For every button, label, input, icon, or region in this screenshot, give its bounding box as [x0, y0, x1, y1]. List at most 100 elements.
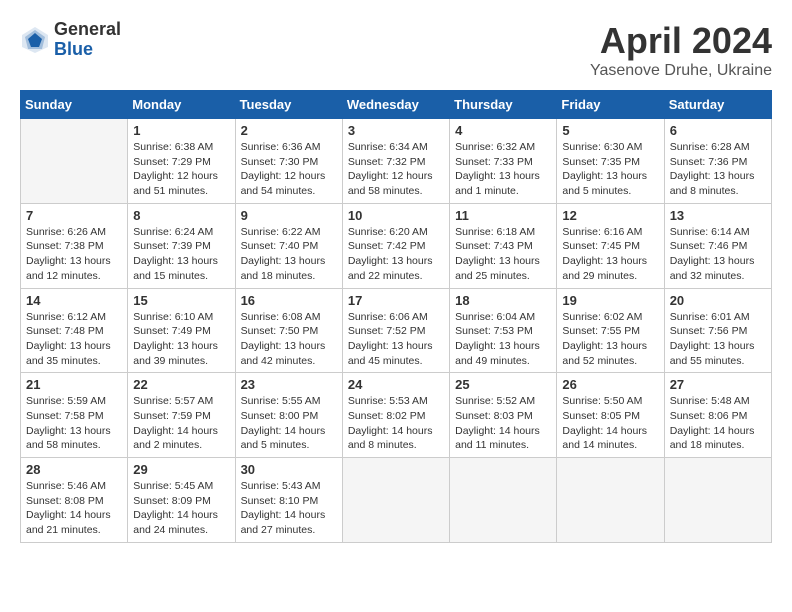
logo-text: General Blue — [54, 20, 121, 60]
day-number: 29 — [133, 462, 229, 477]
calendar-header-row: SundayMondayTuesdayWednesdayThursdayFrid… — [21, 91, 772, 119]
logo-general-text: General — [54, 20, 121, 40]
calendar-week-5: 28 Sunrise: 5:46 AM Sunset: 8:08 PM Dayli… — [21, 458, 772, 543]
day-number: 1 — [133, 123, 229, 138]
calendar-cell: 29 Sunrise: 5:45 AM Sunset: 8:09 PM Dayli… — [128, 458, 235, 543]
day-number: 30 — [241, 462, 337, 477]
day-number: 4 — [455, 123, 551, 138]
day-number: 12 — [562, 208, 658, 223]
calendar-cell: 20 Sunrise: 6:01 AM Sunset: 7:56 PM Dayli… — [664, 288, 771, 373]
calendar-cell — [664, 458, 771, 543]
calendar-cell: 8Sunrise: 6:24 AM Sunset: 7:39 PM Daylig… — [128, 203, 235, 288]
day-number: 20 — [670, 293, 766, 308]
logo-blue-text: Blue — [54, 40, 121, 60]
logo-icon — [20, 25, 50, 55]
calendar-cell — [21, 119, 128, 204]
calendar-header-tuesday: Tuesday — [235, 91, 342, 119]
day-number: 18 — [455, 293, 551, 308]
calendar-table: SundayMondayTuesdayWednesdayThursdayFrid… — [20, 90, 772, 543]
day-number: 16 — [241, 293, 337, 308]
day-number: 2 — [241, 123, 337, 138]
calendar-cell: 24Sunrise: 5:53 AM Sunset: 8:02 PM Dayli… — [342, 373, 449, 458]
calendar-cell: 7Sunrise: 6:26 AM Sunset: 7:38 PM Daylig… — [21, 203, 128, 288]
day-info: Sunrise: 5:46 AM Sunset: 8:08 PM Dayligh… — [26, 479, 122, 538]
day-number: 17 — [348, 293, 444, 308]
day-info: Sunrise: 6:36 AM Sunset: 7:30 PM Dayligh… — [241, 140, 337, 199]
day-info: Sunrise: 6:01 AM Sunset: 7:56 PM Dayligh… — [670, 310, 766, 369]
day-number: 22 — [133, 377, 229, 392]
day-number: 7 — [26, 208, 122, 223]
calendar-cell: 22Sunrise: 5:57 AM Sunset: 7:59 PM Dayli… — [128, 373, 235, 458]
day-number: 25 — [455, 377, 551, 392]
day-info: Sunrise: 6:38 AM Sunset: 7:29 PM Dayligh… — [133, 140, 229, 199]
day-number: 9 — [241, 208, 337, 223]
day-info: Sunrise: 6:20 AM Sunset: 7:42 PM Dayligh… — [348, 225, 444, 284]
calendar-week-4: 21 Sunrise: 5:59 AM Sunset: 7:58 PM Dayli… — [21, 373, 772, 458]
calendar-cell: 4 Sunrise: 6:32 AM Sunset: 7:33 PM Daylig… — [450, 119, 557, 204]
day-info: Sunrise: 6:02 AM Sunset: 7:55 PM Dayligh… — [562, 310, 658, 369]
calendar-header-wednesday: Wednesday — [342, 91, 449, 119]
day-number: 10 — [348, 208, 444, 223]
day-info: Sunrise: 6:34 AM Sunset: 7:32 PM Dayligh… — [348, 140, 444, 199]
day-info: Sunrise: 5:48 AM Sunset: 8:06 PM Dayligh… — [670, 394, 766, 453]
calendar-cell: 25 Sunrise: 5:52 AM Sunset: 8:03 PM Dayli… — [450, 373, 557, 458]
calendar-week-3: 14 Sunrise: 6:12 AM Sunset: 7:48 PM Dayli… — [21, 288, 772, 373]
day-info: Sunrise: 6:28 AM Sunset: 7:36 PM Dayligh… — [670, 140, 766, 199]
calendar-cell: 9 Sunrise: 6:22 AM Sunset: 7:40 PM Daylig… — [235, 203, 342, 288]
day-number: 11 — [455, 208, 551, 223]
title-area: April 2024 Yasenove Druhe, Ukraine — [590, 20, 772, 80]
day-number: 6 — [670, 123, 766, 138]
day-number: 23 — [241, 377, 337, 392]
calendar-week-1: 1 Sunrise: 6:38 AM Sunset: 7:29 PM Daylig… — [21, 119, 772, 204]
day-info: Sunrise: 5:55 AM Sunset: 8:00 PM Dayligh… — [241, 394, 337, 453]
day-info: Sunrise: 5:45 AM Sunset: 8:09 PM Dayligh… — [133, 479, 229, 538]
day-info: Sunrise: 6:30 AM Sunset: 7:35 PM Dayligh… — [562, 140, 658, 199]
calendar-cell: 26 Sunrise: 5:50 AM Sunset: 8:05 PM Dayli… — [557, 373, 664, 458]
calendar-cell — [342, 458, 449, 543]
calendar-cell: 13 Sunrise: 6:14 AM Sunset: 7:46 PM Dayli… — [664, 203, 771, 288]
calendar-cell: 3Sunrise: 6:34 AM Sunset: 7:32 PM Daylig… — [342, 119, 449, 204]
calendar-cell — [450, 458, 557, 543]
day-number: 14 — [26, 293, 122, 308]
calendar-header-saturday: Saturday — [664, 91, 771, 119]
day-number: 28 — [26, 462, 122, 477]
day-info: Sunrise: 5:59 AM Sunset: 7:58 PM Dayligh… — [26, 394, 122, 453]
calendar-header-sunday: Sunday — [21, 91, 128, 119]
calendar-cell: 17 Sunrise: 6:06 AM Sunset: 7:52 PM Dayli… — [342, 288, 449, 373]
day-number: 13 — [670, 208, 766, 223]
day-info: Sunrise: 6:16 AM Sunset: 7:45 PM Dayligh… — [562, 225, 658, 284]
day-info: Sunrise: 6:24 AM Sunset: 7:39 PM Dayligh… — [133, 225, 229, 284]
calendar-cell: 5 Sunrise: 6:30 AM Sunset: 7:35 PM Daylig… — [557, 119, 664, 204]
location-title: Yasenove Druhe, Ukraine — [590, 62, 772, 80]
day-info: Sunrise: 5:52 AM Sunset: 8:03 PM Dayligh… — [455, 394, 551, 453]
calendar-cell: 18 Sunrise: 6:04 AM Sunset: 7:53 PM Dayli… — [450, 288, 557, 373]
calendar-cell: 21 Sunrise: 5:59 AM Sunset: 7:58 PM Dayli… — [21, 373, 128, 458]
day-info: Sunrise: 6:12 AM Sunset: 7:48 PM Dayligh… — [26, 310, 122, 369]
calendar-cell — [557, 458, 664, 543]
calendar-cell: 23 Sunrise: 5:55 AM Sunset: 8:00 PM Dayli… — [235, 373, 342, 458]
calendar-cell: 27Sunrise: 5:48 AM Sunset: 8:06 PM Dayli… — [664, 373, 771, 458]
calendar-cell: 14 Sunrise: 6:12 AM Sunset: 7:48 PM Dayli… — [21, 288, 128, 373]
calendar-cell: 11Sunrise: 6:18 AM Sunset: 7:43 PM Dayli… — [450, 203, 557, 288]
day-number: 15 — [133, 293, 229, 308]
day-info: Sunrise: 6:06 AM Sunset: 7:52 PM Dayligh… — [348, 310, 444, 369]
day-info: Sunrise: 5:50 AM Sunset: 8:05 PM Dayligh… — [562, 394, 658, 453]
calendar-cell: 30 Sunrise: 5:43 AM Sunset: 8:10 PM Dayli… — [235, 458, 342, 543]
calendar-header-thursday: Thursday — [450, 91, 557, 119]
day-info: Sunrise: 6:04 AM Sunset: 7:53 PM Dayligh… — [455, 310, 551, 369]
day-info: Sunrise: 5:43 AM Sunset: 8:10 PM Dayligh… — [241, 479, 337, 538]
calendar-cell: 2 Sunrise: 6:36 AM Sunset: 7:30 PM Daylig… — [235, 119, 342, 204]
calendar-cell: 15 Sunrise: 6:10 AM Sunset: 7:49 PM Dayli… — [128, 288, 235, 373]
day-number: 26 — [562, 377, 658, 392]
day-number: 21 — [26, 377, 122, 392]
day-info: Sunrise: 6:14 AM Sunset: 7:46 PM Dayligh… — [670, 225, 766, 284]
day-info: Sunrise: 6:22 AM Sunset: 7:40 PM Dayligh… — [241, 225, 337, 284]
calendar-header-monday: Monday — [128, 91, 235, 119]
day-number: 5 — [562, 123, 658, 138]
calendar-cell: 12 Sunrise: 6:16 AM Sunset: 7:45 PM Dayli… — [557, 203, 664, 288]
day-info: Sunrise: 6:32 AM Sunset: 7:33 PM Dayligh… — [455, 140, 551, 199]
header: General Blue April 2024 Yasenove Druhe, … — [20, 20, 772, 80]
calendar-cell: 16Sunrise: 6:08 AM Sunset: 7:50 PM Dayli… — [235, 288, 342, 373]
month-title: April 2024 — [590, 20, 772, 62]
day-info: Sunrise: 6:10 AM Sunset: 7:49 PM Dayligh… — [133, 310, 229, 369]
